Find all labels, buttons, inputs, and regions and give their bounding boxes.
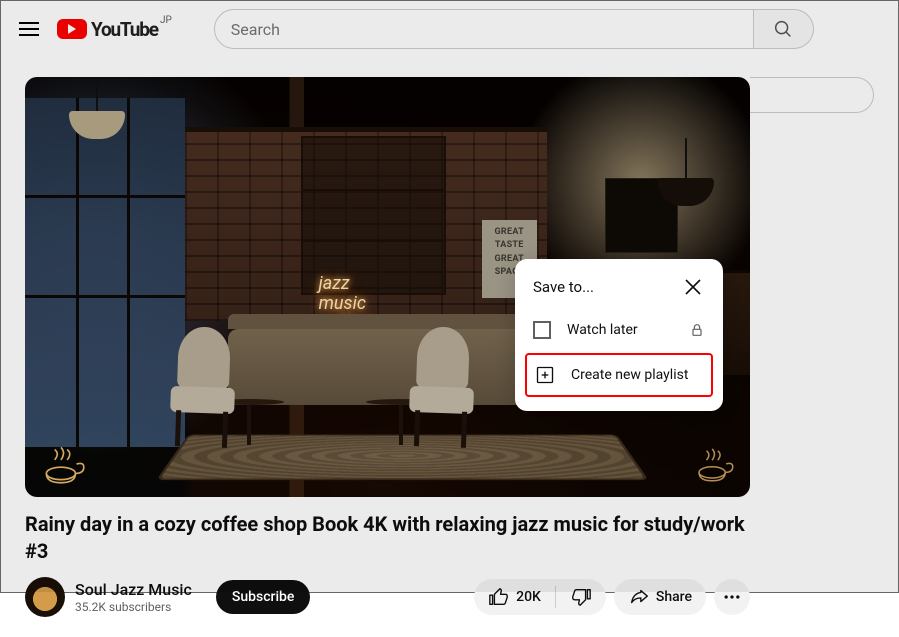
add-playlist-icon [535, 365, 555, 385]
ellipsis-icon [722, 587, 742, 607]
dislike-button[interactable] [556, 579, 606, 615]
channel-info: Soul Jazz Music 35.2K subscribers [75, 580, 192, 615]
share-pill: Share [614, 579, 706, 615]
save-panel-header: Save to... [515, 273, 723, 311]
search-icon [772, 18, 794, 40]
checkbox-unchecked-icon[interactable] [533, 321, 551, 339]
share-arrow-icon [628, 586, 650, 608]
create-playlist-label: Create new playlist [571, 367, 703, 383]
header-bar: YouTube JP [1, 1, 898, 57]
thumbs-up-icon [488, 586, 510, 608]
scene-sofa [228, 329, 533, 405]
subscriber-count: 35.2K subscribers [75, 600, 192, 615]
save-to-panel: Save to... Watch later Create new playli… [515, 259, 723, 411]
share-button[interactable]: Share [614, 579, 706, 615]
brand-text: YouTube [91, 18, 158, 41]
scene-chair [161, 325, 245, 448]
search-button[interactable] [754, 9, 814, 49]
like-count: 20K [516, 589, 541, 605]
close-icon [681, 275, 705, 299]
channel-watermark-icon [37, 437, 89, 489]
channel-avatar[interactable] [25, 577, 65, 617]
scene-chair [400, 325, 484, 448]
share-label: Share [656, 589, 692, 605]
close-button[interactable] [681, 275, 705, 299]
youtube-play-icon [57, 19, 87, 39]
scene-shelves [301, 136, 446, 296]
video-actions: 20K Share [474, 579, 750, 615]
more-actions-button[interactable] [714, 579, 750, 615]
channel-name[interactable]: Soul Jazz Music [75, 580, 192, 600]
lock-icon [689, 322, 705, 338]
thumbs-down-icon [570, 586, 592, 608]
create-playlist-highlight: Create new playlist [525, 353, 713, 397]
side-placeholder-pill[interactable] [750, 77, 874, 113]
search-container [214, 9, 814, 49]
subscribe-button[interactable]: Subscribe [216, 580, 311, 614]
like-button[interactable]: 20K [474, 579, 555, 615]
playlist-label: Watch later [567, 322, 673, 338]
channel-watermark-icon [691, 440, 738, 487]
youtube-logo[interactable]: YouTube JP [57, 18, 158, 41]
video-title: Rainy day in a cozy coffee shop Book 4K … [25, 511, 750, 565]
search-input[interactable] [214, 9, 754, 49]
content-area: jazz music coffee GREAT TASTE GREAT SPAC… [1, 57, 898, 637]
region-code: JP [160, 15, 172, 26]
scene-window [25, 98, 185, 447]
save-panel-title: Save to... [533, 278, 594, 296]
menu-hamburger-button[interactable] [17, 17, 41, 41]
like-dislike-pill: 20K [474, 579, 606, 615]
side-column [774, 77, 874, 617]
playlist-row-watch-later[interactable]: Watch later [515, 311, 723, 349]
create-new-playlist-button[interactable]: Create new playlist [527, 355, 711, 395]
video-meta-row: Soul Jazz Music 35.2K subscribers Subscr… [25, 577, 750, 617]
